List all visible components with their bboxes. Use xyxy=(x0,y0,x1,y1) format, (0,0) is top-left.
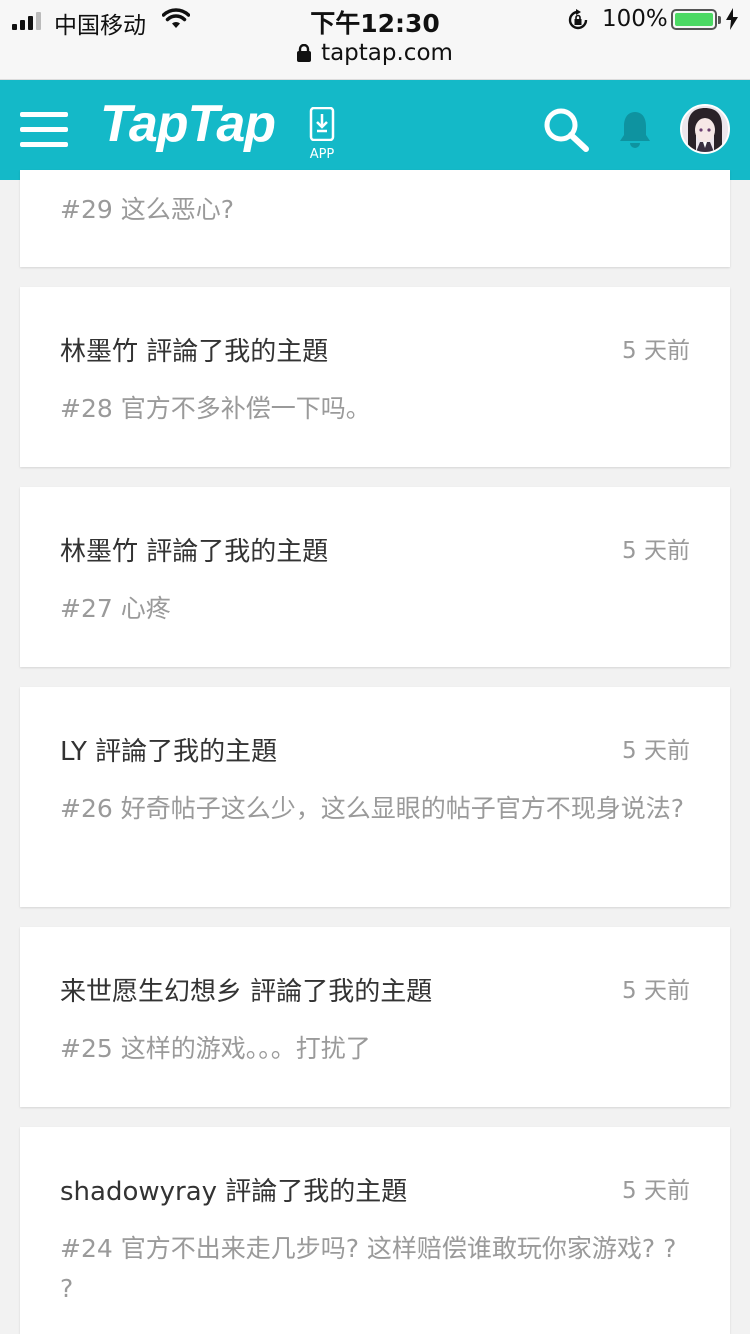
comment-excerpt: #29 这么恶心? xyxy=(60,195,234,224)
charging-icon xyxy=(726,8,738,30)
status-bar: 中国移动 下午12:30 100% taptap.com xyxy=(0,0,750,80)
battery-icon xyxy=(671,9,721,30)
notification-title: LY 評論了我的主題 xyxy=(60,737,278,767)
address-bar[interactable]: taptap.com xyxy=(0,40,750,66)
comment-excerpt: #25 这样的游戏。。。打扰了 xyxy=(60,1034,371,1063)
notification-bell-icon[interactable] xyxy=(618,110,652,150)
rotation-lock-icon xyxy=(568,9,588,30)
search-icon[interactable] xyxy=(542,106,590,152)
notification-time: 5 天前 xyxy=(622,338,690,364)
notification-time: 5 天前 xyxy=(622,978,690,1004)
notification-card[interactable]: LY 評論了我的主題 5 天前 #26 好奇帖子这么少，这么显眼的帖子官方不现身… xyxy=(20,687,730,907)
notification-time: 5 天前 xyxy=(622,538,690,564)
comment-excerpt: #28 官方不多补偿一下吗。 xyxy=(60,394,371,423)
notification-card[interactable]: 林墨竹 評論了我的主題 5 天前 #27 心疼 xyxy=(20,487,730,667)
menu-icon[interactable] xyxy=(20,112,68,148)
battery-percent: 100% xyxy=(602,6,668,32)
notification-title: shadowyray 評論了我的主題 xyxy=(60,1177,408,1207)
notification-card[interactable]: 林墨竹 評論了我的主題 5 天前 #28 官方不多补偿一下吗。 xyxy=(20,287,730,467)
phone-download-icon xyxy=(309,106,335,142)
taptap-logo[interactable]: TapTap xyxy=(100,94,276,154)
notification-card[interactable]: shadowyray 評論了我的主題 5 天前 #24 官方不出来走几步吗? 这… xyxy=(20,1127,730,1334)
notification-time: 5 天前 xyxy=(622,1178,690,1204)
notification-title: 来世愿生幻想乡 評論了我的主題 xyxy=(60,977,433,1007)
app-download-button[interactable]: APP xyxy=(306,106,338,162)
url-text: taptap.com xyxy=(321,40,453,66)
user-avatar[interactable] xyxy=(680,104,730,154)
notification-time: 5 天前 xyxy=(622,738,690,764)
app-label: APP xyxy=(309,147,335,162)
notification-title: 林墨竹 評論了我的主題 xyxy=(60,537,329,567)
lock-icon xyxy=(297,44,312,62)
notification-card[interactable]: #29 这么恶心? xyxy=(20,170,730,267)
comment-excerpt: #26 好奇帖子这么少，这么显眼的帖子官方不现身说法? xyxy=(60,794,684,823)
notification-card[interactable]: 来世愿生幻想乡 評論了我的主題 5 天前 #25 这样的游戏。。。打扰了 xyxy=(20,927,730,1107)
app-header: TapTap APP xyxy=(0,80,750,180)
notification-title: 林墨竹 評論了我的主題 xyxy=(60,337,329,367)
comment-excerpt: #24 官方不出来走几步吗? 这样赔偿谁敢玩你家游戏? ? ? xyxy=(60,1234,677,1303)
comment-excerpt: #27 心疼 xyxy=(60,594,171,623)
